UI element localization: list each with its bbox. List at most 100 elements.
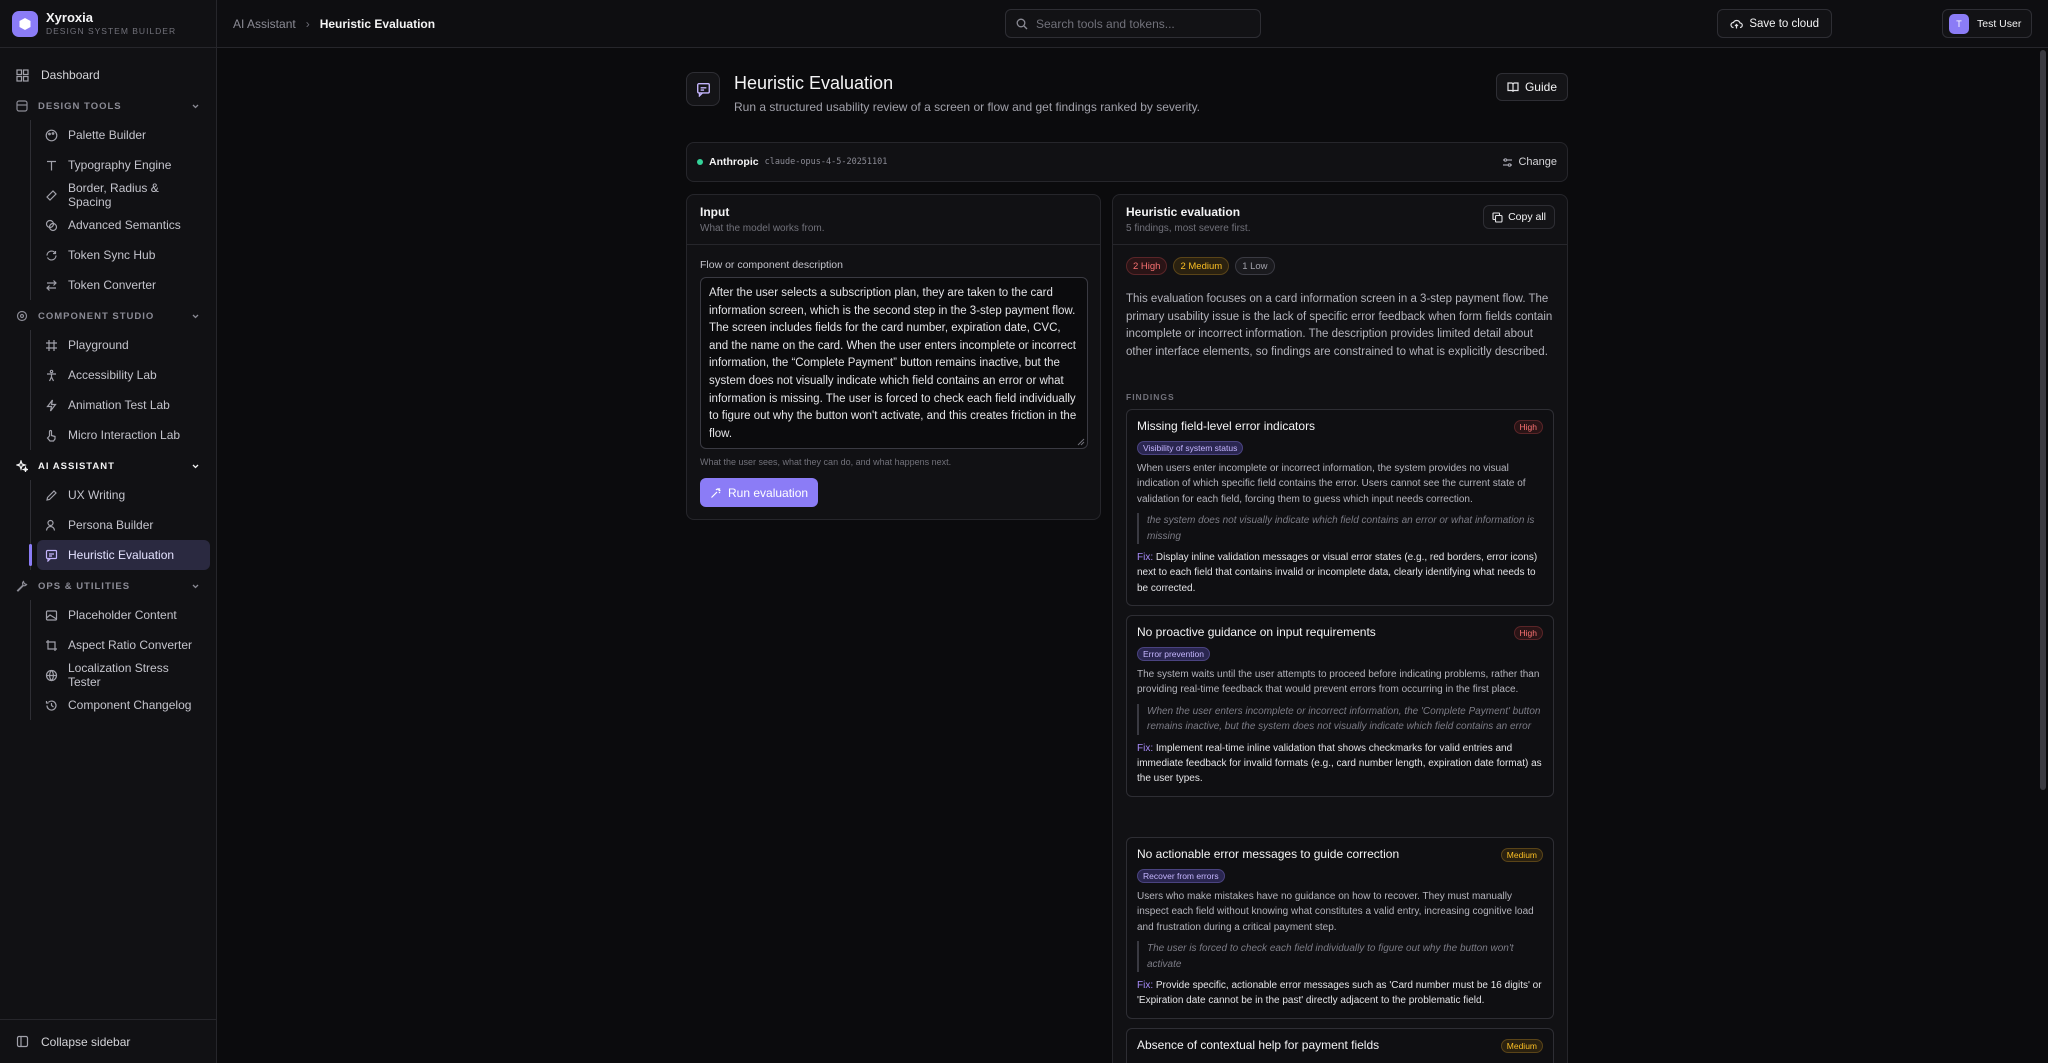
description-textarea[interactable]: After the user selects a subscription pl… [700, 277, 1088, 449]
user-icon [45, 519, 56, 531]
topbar: AI Assistant › Heuristic Evaluation Sear… [217, 0, 2048, 48]
design-tools-group: Palette Builder Typography Engine Border… [30, 120, 210, 300]
sidebar-item-palette-builder[interactable]: Palette Builder [37, 120, 210, 150]
sidebar-item-label: Component Changelog [68, 698, 192, 712]
fix-text: Display inline validation messages or vi… [1137, 552, 1538, 594]
section-ops-utilities[interactable]: OPS & UTILITIES [6, 572, 210, 600]
sidebar-item-animation-test-lab[interactable]: Animation Test Lab [37, 390, 210, 420]
sidebar-item-label: UX Writing [68, 488, 126, 502]
image-icon [45, 609, 58, 621]
scrollbar-thumb[interactable] [2040, 50, 2046, 790]
copy-icon [1492, 211, 1503, 223]
sidebar-item-label: Placeholder Content [68, 608, 177, 622]
wrench-icon [16, 580, 28, 592]
finding-title: Absence of contextual help for payment f… [1137, 1038, 1380, 1052]
sidebar-item-label: Token Sync Hub [68, 248, 156, 262]
sidebar-item-dashboard[interactable]: Dashboard [6, 60, 210, 90]
section-component-studio[interactable]: COMPONENT STUDIO [6, 302, 210, 330]
fix-label: Fix: [1137, 552, 1154, 564]
run-evaluation-button[interactable]: Run evaluation [700, 478, 819, 507]
sidebar-item-localization-stress-tester[interactable]: Localization Stress Tester [37, 660, 210, 690]
sidebar-item-placeholder-content[interactable]: Placeholder Content [37, 600, 210, 630]
globe-icon [45, 669, 58, 681]
input-panel: Input What the model works from. Flow or… [686, 194, 1101, 520]
ruler-icon [46, 189, 57, 201]
copy-all-button[interactable]: Copy all [1483, 205, 1555, 229]
finding-body: When users enter incomplete or incorrect… [1137, 463, 1526, 505]
finding-body: Users who make mistakes have no guidance… [1137, 891, 1534, 933]
description-text: After the user selects a subscription pl… [709, 287, 1077, 440]
collapse-sidebar-label: Collapse sidebar [41, 1034, 131, 1049]
sidebar-item-label: Accessibility Lab [68, 368, 157, 382]
description-field-label: Flow or component description [700, 259, 843, 271]
type-icon [47, 160, 56, 170]
section-ai-assistant[interactable]: AI ASSISTANT [6, 452, 210, 480]
input-panel-title: Input [700, 205, 730, 219]
change-label: Change [1518, 156, 1557, 168]
finding-fix: Fix: Display inline validation messages … [1137, 550, 1543, 596]
findings-label: FINDINGS [1126, 392, 1175, 402]
save-to-cloud-button[interactable]: Save to cloud [1717, 9, 1832, 38]
status-dot [697, 159, 703, 165]
sidebar-item-heuristic-evaluation[interactable]: Heuristic Evaluation [29, 540, 210, 570]
sidebar-item-advanced-semantics[interactable]: Advanced Semantics [37, 210, 210, 240]
results-panel-header: Heuristic evaluation 5 findings, most se… [1113, 195, 1567, 245]
accessibility-icon [47, 369, 56, 381]
logo-icon [12, 10, 38, 37]
fix-text: Implement real-time inline validation th… [1137, 742, 1542, 785]
finding-card: Missing field-level error indicators Hig… [1126, 409, 1554, 607]
brand-subtitle: DESIGN SYSTEM BUILDER [46, 25, 177, 36]
finding-title: Missing field-level error indicators [1137, 419, 1316, 433]
sidebar-item-typography-engine[interactable]: Typography Engine [37, 150, 210, 180]
page-header: Heuristic Evaluation Run a structured us… [686, 48, 1568, 142]
input-panel-header: Input What the model works from. [687, 195, 1100, 245]
model-selector: Anthropic claude-opus-4-5-20251101 Chang… [686, 142, 1568, 182]
finding-body: The system waits until the user attempts… [1137, 669, 1540, 696]
results-panel: Heuristic evaluation 5 findings, most se… [1112, 194, 1568, 1063]
finding-card: No actionable error messages to guide co… [1126, 837, 1554, 1019]
guide-button[interactable]: Guide [1495, 73, 1568, 101]
sidebar-item-component-changelog[interactable]: Component Changelog [37, 690, 210, 720]
user-menu[interactable]: T Test User [1942, 9, 2032, 38]
pen-icon [46, 489, 57, 501]
collapse-sidebar-button[interactable]: Collapse sidebar [0, 1019, 216, 1063]
search-placeholder: Search tools and tokens... [1036, 16, 1175, 31]
fix-text: Provide specific, actionable error messa… [1137, 980, 1542, 1007]
layers-icon [45, 219, 58, 231]
sidebar-item-token-converter[interactable]: Token Converter [37, 270, 210, 300]
sidebar-item-token-sync-hub[interactable]: Token Sync Hub [37, 240, 210, 270]
sidebar-nav: Dashboard DESIGN TOOLS Palette Builder T… [0, 48, 216, 732]
sidebar-item-aspect-ratio-converter[interactable]: Aspect Ratio Converter [37, 630, 210, 660]
finding-card: Absence of contextual help for payment f… [1126, 1028, 1554, 1063]
sidebar-item-persona-builder[interactable]: Persona Builder [37, 510, 210, 540]
page-title: Heuristic Evaluation [734, 73, 894, 93]
fix-label: Fix: [1137, 980, 1154, 992]
sidebar-item-label: Localization Stress Tester [68, 661, 169, 689]
section-design-tools[interactable]: DESIGN TOOLS [6, 92, 210, 120]
resize-handle-icon[interactable] [1077, 438, 1085, 446]
sidebar-item-label: Advanced Semantics [68, 218, 181, 232]
grid-hash-icon [46, 339, 57, 351]
sidebar-item-accessibility-lab[interactable]: Accessibility Lab [37, 360, 210, 390]
search-icon [1016, 18, 1028, 29]
brand[interactable]: Xyroxia DESIGN SYSTEM BUILDER [0, 0, 216, 48]
breadcrumb-parent[interactable]: AI Assistant [233, 17, 296, 31]
avatar: T [1949, 13, 1969, 34]
sidebar-item-border-radius-spacing[interactable]: Border, Radius & Spacing [37, 180, 210, 210]
book-icon [1507, 82, 1519, 92]
finding-title: No proactive guidance on input requireme… [1137, 625, 1376, 639]
sidebar-item-ux-writing[interactable]: UX Writing [37, 480, 210, 510]
run-label: Run evaluation [728, 485, 809, 500]
search-input[interactable]: Search tools and tokens... [1005, 9, 1261, 38]
sidebar-item-playground[interactable]: Playground [37, 330, 210, 360]
change-model-button[interactable]: Change [1502, 156, 1557, 168]
bolt-icon [46, 399, 57, 411]
wand-icon [711, 487, 721, 498]
sidebar-item-label: Typography Engine [68, 158, 172, 172]
section-label: AI ASSISTANT [38, 460, 115, 472]
sidebar-item-micro-interaction-lab[interactable]: Micro Interaction Lab [37, 420, 210, 450]
heuristic-page-icon [686, 72, 720, 106]
guide-label: Guide [1524, 80, 1557, 94]
high-count-badge: 2 High [1126, 257, 1168, 275]
sidebar-item-label: Playground [68, 338, 129, 352]
